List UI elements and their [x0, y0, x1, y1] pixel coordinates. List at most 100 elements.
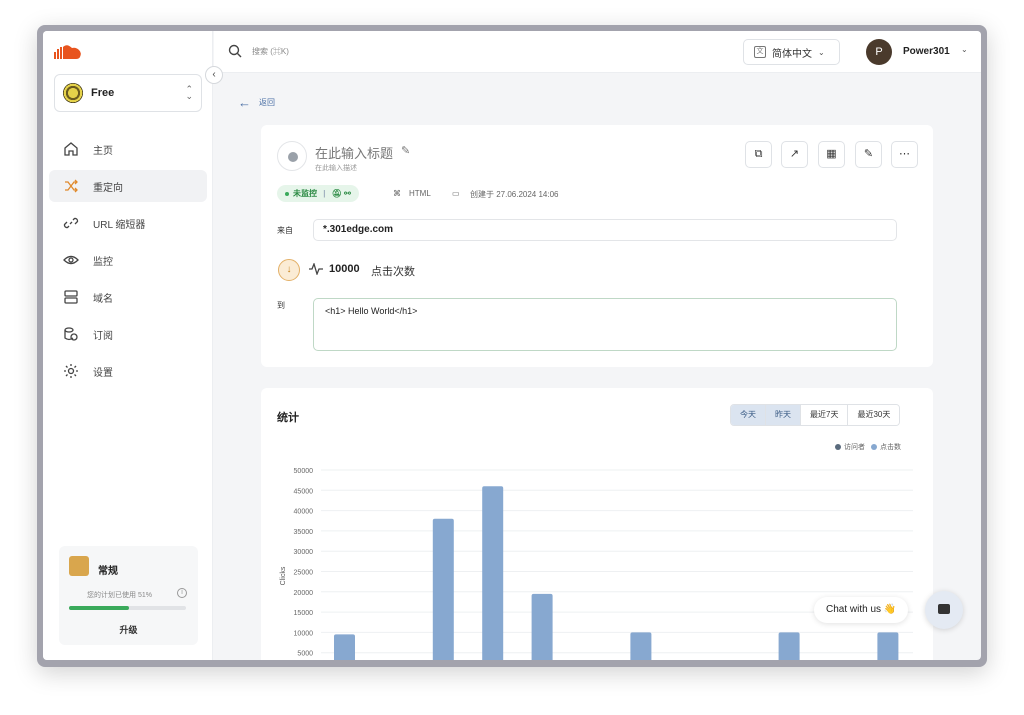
- copy-button[interactable]: ⧉: [745, 141, 772, 168]
- plan-selector[interactable]: Free ⌃ ⌄: [54, 74, 202, 112]
- clicks-bar-chart: 5000 10000 15000 20000 25000 30000 35000 40000 4…: [280, 468, 913, 660]
- sidebar-item-home[interactable]: 主页: [49, 133, 207, 165]
- open-external-button[interactable]: ↗: [781, 141, 808, 168]
- range-today[interactable]: 今天: [731, 405, 766, 425]
- to-html-textarea[interactable]: <h1> Hello World</h1>: [313, 298, 897, 351]
- edit-button[interactable]: ✎: [855, 141, 882, 168]
- description-input[interactable]: 在此输入描述: [315, 163, 357, 173]
- click-count: 10000: [329, 263, 360, 275]
- created-date: 创建于 27.06.2024 14:06: [470, 190, 559, 199]
- status-badge[interactable]: 未监控 | 🔕︎ ⚯: [277, 185, 359, 202]
- collapse-sidebar-button[interactable]: ‹: [205, 66, 223, 84]
- upgrade-button[interactable]: 升级: [59, 623, 198, 636]
- language-label: 简体中文: [772, 48, 812, 60]
- y-tick-label: 30000: [294, 549, 314, 556]
- coins-icon: [64, 327, 78, 341]
- legend-clicks[interactable]: 点击数: [871, 442, 901, 452]
- bar: [531, 593, 553, 660]
- type-label: HTML: [409, 189, 431, 198]
- usage-text: 您的计划已使用 51%: [87, 592, 152, 599]
- sidebar-item-label: 监控: [93, 256, 113, 268]
- sidebar-item-label: 订阅: [93, 330, 113, 342]
- chevron-down-icon[interactable]: ⌄: [961, 45, 968, 54]
- sidebar-item-monitor[interactable]: 监控: [49, 244, 207, 276]
- link-icon: [63, 217, 79, 229]
- range-selector: 今天 昨天 最近7天 最近30天: [730, 404, 901, 426]
- legend-dot: [835, 444, 841, 450]
- sidebar-item-label: URL 缩短器: [93, 219, 146, 231]
- legend-label: 点击数: [880, 444, 901, 451]
- chevron-updown-icon: ⌃ ⌄: [185, 84, 193, 101]
- y-tick-label: 25000: [294, 570, 314, 577]
- status-label: 未监控: [293, 189, 317, 198]
- from-input[interactable]: *.301edge.com: [313, 219, 897, 241]
- to-label: 到: [277, 301, 285, 310]
- click-label: 点击次数: [371, 266, 415, 278]
- link-off-icon: ⚯: [344, 189, 351, 198]
- language-selector[interactable]: 文 简体中文 ⌄: [743, 39, 840, 65]
- chat-prompt[interactable]: Chat with us 👋: [814, 597, 909, 623]
- info-icon[interactable]: i: [177, 588, 187, 598]
- translate-icon: 文: [754, 46, 766, 58]
- redirect-card: 在此输入标题 ✎ 在此输入描述 ⧉ ↗ ▦ ✎ ⋯ 未监控 | 🔕︎ ⚯ ⌘ H…: [261, 125, 933, 367]
- y-tick-label: 10000: [294, 630, 314, 637]
- usage-title: 常规: [98, 566, 118, 577]
- soundcloud-logo-icon: [54, 45, 81, 59]
- sidebar-item-label: 域名: [93, 293, 113, 305]
- calendar-icon: ▭: [452, 189, 460, 198]
- sidebar-item-settings[interactable]: 设置: [49, 355, 207, 387]
- bar: [482, 486, 504, 660]
- shuffle-badge-icon: [69, 556, 89, 576]
- chart-legend: 访问者 点击数: [835, 442, 901, 452]
- chat-button[interactable]: [925, 591, 963, 629]
- y-tick-label: 20000: [294, 590, 314, 597]
- home-icon: [64, 142, 78, 156]
- legend-label: 访问者: [844, 444, 865, 451]
- qr-code-button[interactable]: ▦: [818, 141, 845, 168]
- eye-icon: [63, 255, 79, 265]
- sidebar-item-domains[interactable]: 域名: [49, 281, 207, 313]
- more-button[interactable]: ⋯: [891, 141, 918, 168]
- bell-off-icon: 🔕︎: [331, 189, 342, 198]
- bar: [877, 632, 899, 660]
- y-tick-label: 35000: [294, 529, 314, 536]
- usage-progress-bar: [69, 606, 186, 610]
- sidebar-item-redirect[interactable]: 重定向: [49, 170, 207, 202]
- usage-progress-fill: [69, 606, 129, 610]
- title-input[interactable]: 在此输入标题: [315, 143, 393, 162]
- bar: [630, 632, 652, 660]
- globe-icon: [277, 141, 307, 171]
- command-icon: ⌘: [393, 189, 401, 198]
- sidebar-item-label: 设置: [93, 367, 113, 379]
- pencil-icon[interactable]: ✎: [401, 144, 410, 157]
- y-axis-label: Clicks: [280, 566, 287, 585]
- arrow-left-icon: ←: [238, 95, 251, 110]
- search-input[interactable]: 搜索 (⌘K): [252, 46, 289, 57]
- plan-avatar: [63, 83, 83, 103]
- y-tick-label: 45000: [294, 488, 314, 495]
- back-link[interactable]: ← 返回: [238, 95, 275, 110]
- arrow-down-circle-icon: ↓: [278, 259, 300, 281]
- sidebar-item-label: 主页: [93, 145, 113, 157]
- bar: [778, 632, 800, 660]
- back-label: 返回: [259, 98, 275, 107]
- from-label: 来自: [277, 226, 293, 235]
- bar: [432, 518, 454, 660]
- window-frame: Free ⌃ ⌄ 主页 重定向 URL 缩短器 监控 域名 订阅 设置 常规 您…: [37, 25, 987, 667]
- gear-icon: [64, 364, 78, 378]
- legend-visitors[interactable]: 访问者: [835, 442, 865, 452]
- y-tick-label: 40000: [294, 509, 314, 516]
- sidebar-item-subscription[interactable]: 订阅: [49, 318, 207, 350]
- user-name[interactable]: Power301: [903, 46, 950, 57]
- legend-dot: [871, 444, 877, 450]
- range-7-days[interactable]: 最近7天: [801, 405, 849, 425]
- range-yesterday[interactable]: 昨天: [766, 405, 801, 425]
- sidebar-item-url-shortener[interactable]: URL 缩短器: [49, 207, 207, 239]
- range-30-days[interactable]: 最近30天: [848, 405, 900, 425]
- avatar[interactable]: P: [866, 39, 892, 65]
- sidebar-nav: 主页 重定向 URL 缩短器 监控 域名 订阅 设置: [49, 133, 207, 392]
- shuffle-icon: [65, 179, 78, 193]
- plan-name: Free: [91, 87, 115, 99]
- sidebar: Free ⌃ ⌄ 主页 重定向 URL 缩短器 监控 域名 订阅 设置 常规 您…: [43, 31, 213, 660]
- app-window: Free ⌃ ⌄ 主页 重定向 URL 缩短器 监控 域名 订阅 设置 常规 您…: [43, 31, 981, 660]
